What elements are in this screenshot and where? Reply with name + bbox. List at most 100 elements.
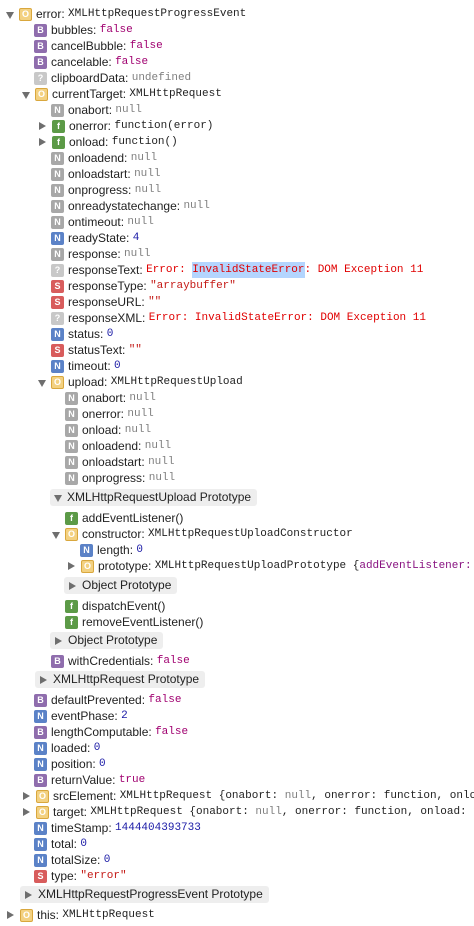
tree-node-readyState[interactable]: N readyState: 4 (51, 230, 139, 246)
tree-node-loaded[interactable]: N loaded: 0 (34, 740, 100, 756)
property-value: false (156, 655, 190, 667)
tree-node-returnValue[interactable]: B returnValue: true (34, 772, 145, 788)
object-type-icon: O (51, 375, 64, 389)
disclosure-collapsed-icon[interactable] (39, 122, 46, 130)
property-value: "" (128, 344, 142, 356)
tree-node-onload[interactable]: f onload: function() (38, 134, 178, 150)
tree-node-withCredentials[interactable]: B withCredentials: false (51, 653, 190, 669)
tree-node-upload-onloadend[interactable]: N onloadend: null (65, 438, 171, 454)
tree-node-upload-onload[interactable]: N onload: null (65, 422, 151, 438)
tree-node-cancelable[interactable]: B cancelable: false (34, 54, 148, 70)
tree-node-object-prototype[interactable]: Object Prototype (50, 632, 164, 649)
property-key: addEventListener() (82, 511, 184, 525)
disclosure-collapsed-icon[interactable] (7, 911, 14, 919)
tree-node-constructor[interactable]: O constructor: XMLHttpRequestUploadConst… (52, 526, 353, 542)
tree-node-onloadend[interactable]: N onloadend: null (51, 150, 157, 166)
tree-node-responseXML[interactable]: ? responseXML: Error: InvalidStateError:… (51, 310, 426, 326)
disclosure-collapsed-icon[interactable] (25, 890, 32, 899)
tree-node-status[interactable]: N status: 0 (51, 326, 113, 342)
tree-node-total[interactable]: N total: 0 (34, 836, 87, 852)
tree-node-position[interactable]: N position: 0 (34, 756, 106, 772)
tree-node-prototype[interactable]: O prototype: XMLHttpRequestUploadPrototy… (67, 558, 474, 574)
tree-node-response[interactable]: N response: null (51, 246, 150, 262)
tree-node-onreadystatechange[interactable]: N onreadystatechange: null (51, 198, 210, 214)
property-key: clipboardData: (51, 71, 129, 85)
property-key: defaultPrevented: (51, 693, 146, 707)
disclosure-expanded-icon[interactable] (52, 531, 60, 539)
tree-node-ontimeout[interactable]: N ontimeout: null (51, 214, 154, 230)
tree-node-onerror[interactable]: f onerror: function(error) (38, 118, 213, 134)
property-value: false (148, 694, 182, 706)
string-type-icon: S (51, 343, 64, 357)
tree-node-lengthComputable[interactable]: B lengthComputable: false (34, 724, 188, 740)
tree-node-timeStamp[interactable]: N timeStamp: 1444404393733 (34, 820, 201, 836)
tree-node-error[interactable]: O error: XMLHttpRequestProgressEvent (6, 6, 246, 22)
tree-node-upload-prototype[interactable]: XMLHttpRequestUpload Prototype (50, 489, 258, 506)
number-type-icon: N (34, 757, 47, 771)
tree-node-addEventListener[interactable]: f addEventListener() (65, 510, 183, 526)
error-value-prefix: Error: (146, 264, 193, 276)
property-key: responseURL: (68, 295, 145, 309)
tree-node-upload[interactable]: O upload: XMLHttpRequestUpload (38, 374, 243, 390)
function-type-icon: f (65, 599, 78, 613)
tree-node-defaultPrevented[interactable]: B defaultPrevented: false (34, 692, 181, 708)
tree-node-dispatchEvent[interactable]: f dispatchEvent() (65, 598, 165, 614)
tree-node-eventPhase[interactable]: N eventPhase: 2 (34, 708, 128, 724)
boolean-type-icon: B (34, 55, 47, 69)
property-key: onload: (82, 423, 122, 437)
tree-node-currentTarget[interactable]: O currentTarget: XMLHttpRequest (22, 86, 222, 102)
tree-node-responseType[interactable]: S responseType: "arraybuffer" (51, 278, 236, 294)
tree-node-upload-onloadstart[interactable]: N onloadstart: null (65, 454, 174, 470)
tree-node-onabort[interactable]: N onabort: null (51, 102, 142, 118)
boolean-type-icon: B (34, 725, 47, 739)
disclosure-collapsed-icon[interactable] (68, 562, 75, 570)
tree-node-event-prototype[interactable]: XMLHttpRequestProgressEvent Prototype (20, 886, 269, 903)
property-key: responseType: (68, 279, 147, 293)
tree-node-responseURL[interactable]: S responseURL: "" (51, 294, 161, 310)
property-value: null (127, 216, 154, 228)
tree-node-totalSize[interactable]: N totalSize: 0 (34, 852, 110, 868)
tree-node-onloadstart[interactable]: N onloadstart: null (51, 166, 160, 182)
selected-text-highlight[interactable]: InvalidStateError (192, 262, 305, 278)
property-key: length: (97, 543, 134, 557)
object-type-icon: O (20, 908, 33, 922)
disclosure-expanded-icon[interactable] (6, 11, 14, 19)
tree-node-onprogress[interactable]: N onprogress: null (51, 182, 161, 198)
tree-node-srcElement[interactable]: O srcElement: XMLHttpRequest {onabort: n… (22, 788, 474, 804)
tree-node-timeout[interactable]: N timeout: 0 (51, 358, 121, 374)
property-preview-key: addEventListener: (359, 560, 472, 572)
disclosure-collapsed-icon[interactable] (40, 675, 47, 684)
property-preview-rest: , onerror: function, onload: fu (281, 806, 474, 818)
tree-node-target[interactable]: O target: XMLHttpRequest {onabort: null,… (22, 804, 474, 820)
disclosure-collapsed-icon[interactable] (23, 792, 30, 800)
disclosure-expanded-icon[interactable] (54, 495, 62, 502)
number-type-icon: N (51, 359, 64, 373)
tree-node-upload-onabort[interactable]: N onabort: null (65, 390, 156, 406)
property-preview-null: null (284, 790, 312, 802)
number-type-icon: N (34, 821, 47, 835)
function-type-icon: f (52, 119, 65, 133)
tree-node-bubbles[interactable]: B bubbles: false (34, 22, 133, 38)
boolean-type-icon: B (34, 773, 47, 787)
disclosure-collapsed-icon[interactable] (39, 138, 46, 146)
tree-node-this[interactable]: O this: XMLHttpRequest (6, 907, 155, 923)
tree-node-cancelBubble[interactable]: B cancelBubble: false (34, 38, 163, 54)
number-type-icon: N (51, 231, 64, 245)
tree-node-removeEventListener[interactable]: f removeEventListener() (65, 614, 203, 630)
property-value: null (183, 200, 210, 212)
disclosure-expanded-icon[interactable] (22, 91, 30, 99)
tree-node-upload-onerror[interactable]: N onerror: null (65, 406, 154, 422)
tree-node-xhr-prototype[interactable]: XMLHttpRequest Prototype (35, 671, 206, 688)
tree-node-clipboardData[interactable]: ? clipboardData: undefined (34, 70, 191, 86)
tree-node-object-prototype[interactable]: Object Prototype (64, 577, 178, 594)
disclosure-expanded-icon[interactable] (38, 379, 46, 387)
disclosure-collapsed-icon[interactable] (23, 808, 30, 816)
disclosure-collapsed-icon[interactable] (69, 581, 76, 590)
property-key: returnValue: (51, 773, 116, 787)
tree-node-length[interactable]: N length: 0 (80, 542, 143, 558)
tree-node-statusText[interactable]: S statusText: "" (51, 342, 142, 358)
tree-node-responseText[interactable]: ? responseText: Error: InvalidStateError… (51, 262, 423, 278)
tree-node-upload-onprogress[interactable]: N onprogress: null (65, 470, 175, 486)
disclosure-collapsed-icon[interactable] (55, 636, 62, 645)
tree-node-type[interactable]: S type: "error" (34, 868, 127, 884)
